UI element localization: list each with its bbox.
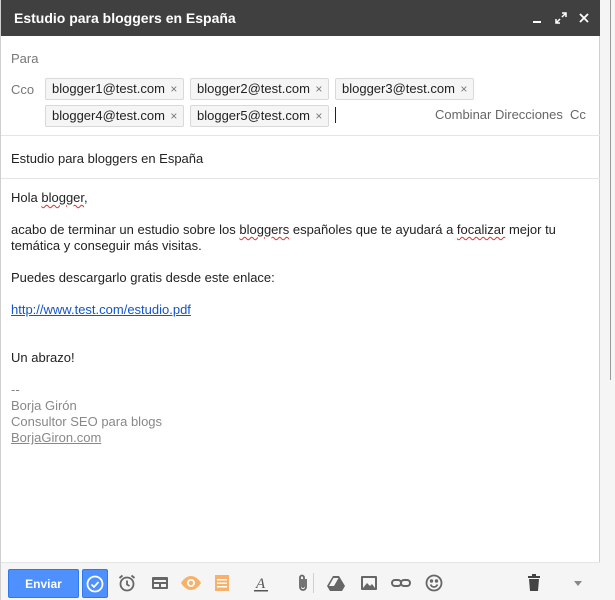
toolbar-separator [313, 573, 314, 593]
compose-window: Estudio para bloggers en España Para Cco… [0, 0, 601, 600]
subject-input[interactable] [11, 149, 581, 167]
text-caret [335, 107, 336, 123]
message-body[interactable]: Hola blogger, acabo de terminar un estud… [11, 190, 591, 446]
schedule-check-icon[interactable] [82, 569, 108, 598]
text-format-icon[interactable]: A [249, 571, 273, 595]
eye-tracking-icon[interactable] [179, 571, 203, 595]
more-options-icon[interactable] [566, 571, 590, 595]
remove-recipient-icon[interactable]: × [165, 106, 183, 126]
bcc-chip[interactable]: blogger3@test.com × [335, 78, 474, 100]
to-label: Para [11, 51, 39, 66]
bcc-chip[interactable]: blogger2@test.com × [190, 78, 329, 100]
remove-recipient-icon[interactable]: × [455, 79, 473, 99]
signature-dash: -- [11, 382, 20, 397]
closing: Un abrazo! [11, 350, 75, 365]
trash-icon[interactable] [522, 571, 546, 595]
combine-addresses-link[interactable]: Combinar Direcciones [435, 107, 563, 122]
page-side-strip [600, 0, 615, 600]
notes-icon[interactable] [210, 571, 234, 595]
bcc-label: Cco [11, 82, 35, 97]
greeting: Hola blogger, [11, 190, 88, 205]
bcc-row[interactable]: Cco blogger1@test.com × blogger2@test.com… [1, 76, 601, 136]
bcc-chip[interactable]: blogger5@test.com × [190, 105, 329, 127]
compose-title: Estudio para bloggers en España [14, 10, 236, 26]
insert-photo-icon[interactable] [357, 571, 381, 595]
close-icon[interactable] [574, 8, 594, 28]
subject-row [1, 137, 601, 179]
bcc-chip[interactable]: blogger4@test.com × [45, 105, 184, 127]
signature-name: Borja Girón [11, 398, 77, 413]
scrollbar-edge [610, 0, 611, 380]
attach-icon[interactable] [291, 571, 315, 595]
paragraph-1: acabo de terminar un estudio sobre los b… [11, 222, 556, 253]
signature-site-link[interactable]: BorjaGiron.com [11, 430, 101, 445]
compose-toolbar: Enviar A [1, 562, 601, 600]
send-button[interactable]: Enviar [8, 569, 79, 598]
emoji-icon[interactable] [422, 571, 446, 595]
alarm-clock-icon[interactable] [115, 571, 139, 595]
cc-link[interactable]: Cc [570, 107, 586, 122]
paragraph-2: Puedes descargarlo gratis desde este enl… [11, 270, 275, 285]
insert-link-icon[interactable] [389, 571, 413, 595]
to-row[interactable]: Para [1, 36, 601, 76]
remove-recipient-icon[interactable]: × [310, 79, 328, 99]
compose-titlebar[interactable]: Estudio para bloggers en España [1, 0, 601, 36]
template-icon[interactable] [148, 571, 172, 595]
remove-recipient-icon[interactable]: × [310, 106, 328, 126]
svg-text:A: A [255, 576, 266, 592]
minimize-icon[interactable] [527, 8, 547, 28]
expand-icon[interactable] [551, 8, 571, 28]
bcc-chip[interactable]: blogger1@test.com × [45, 78, 184, 100]
signature-role: Consultor SEO para blogs [11, 414, 163, 429]
drive-icon[interactable] [324, 571, 348, 595]
remove-recipient-icon[interactable]: × [165, 79, 183, 99]
download-link[interactable]: http://www.test.com/estudio.pdf [11, 302, 191, 317]
